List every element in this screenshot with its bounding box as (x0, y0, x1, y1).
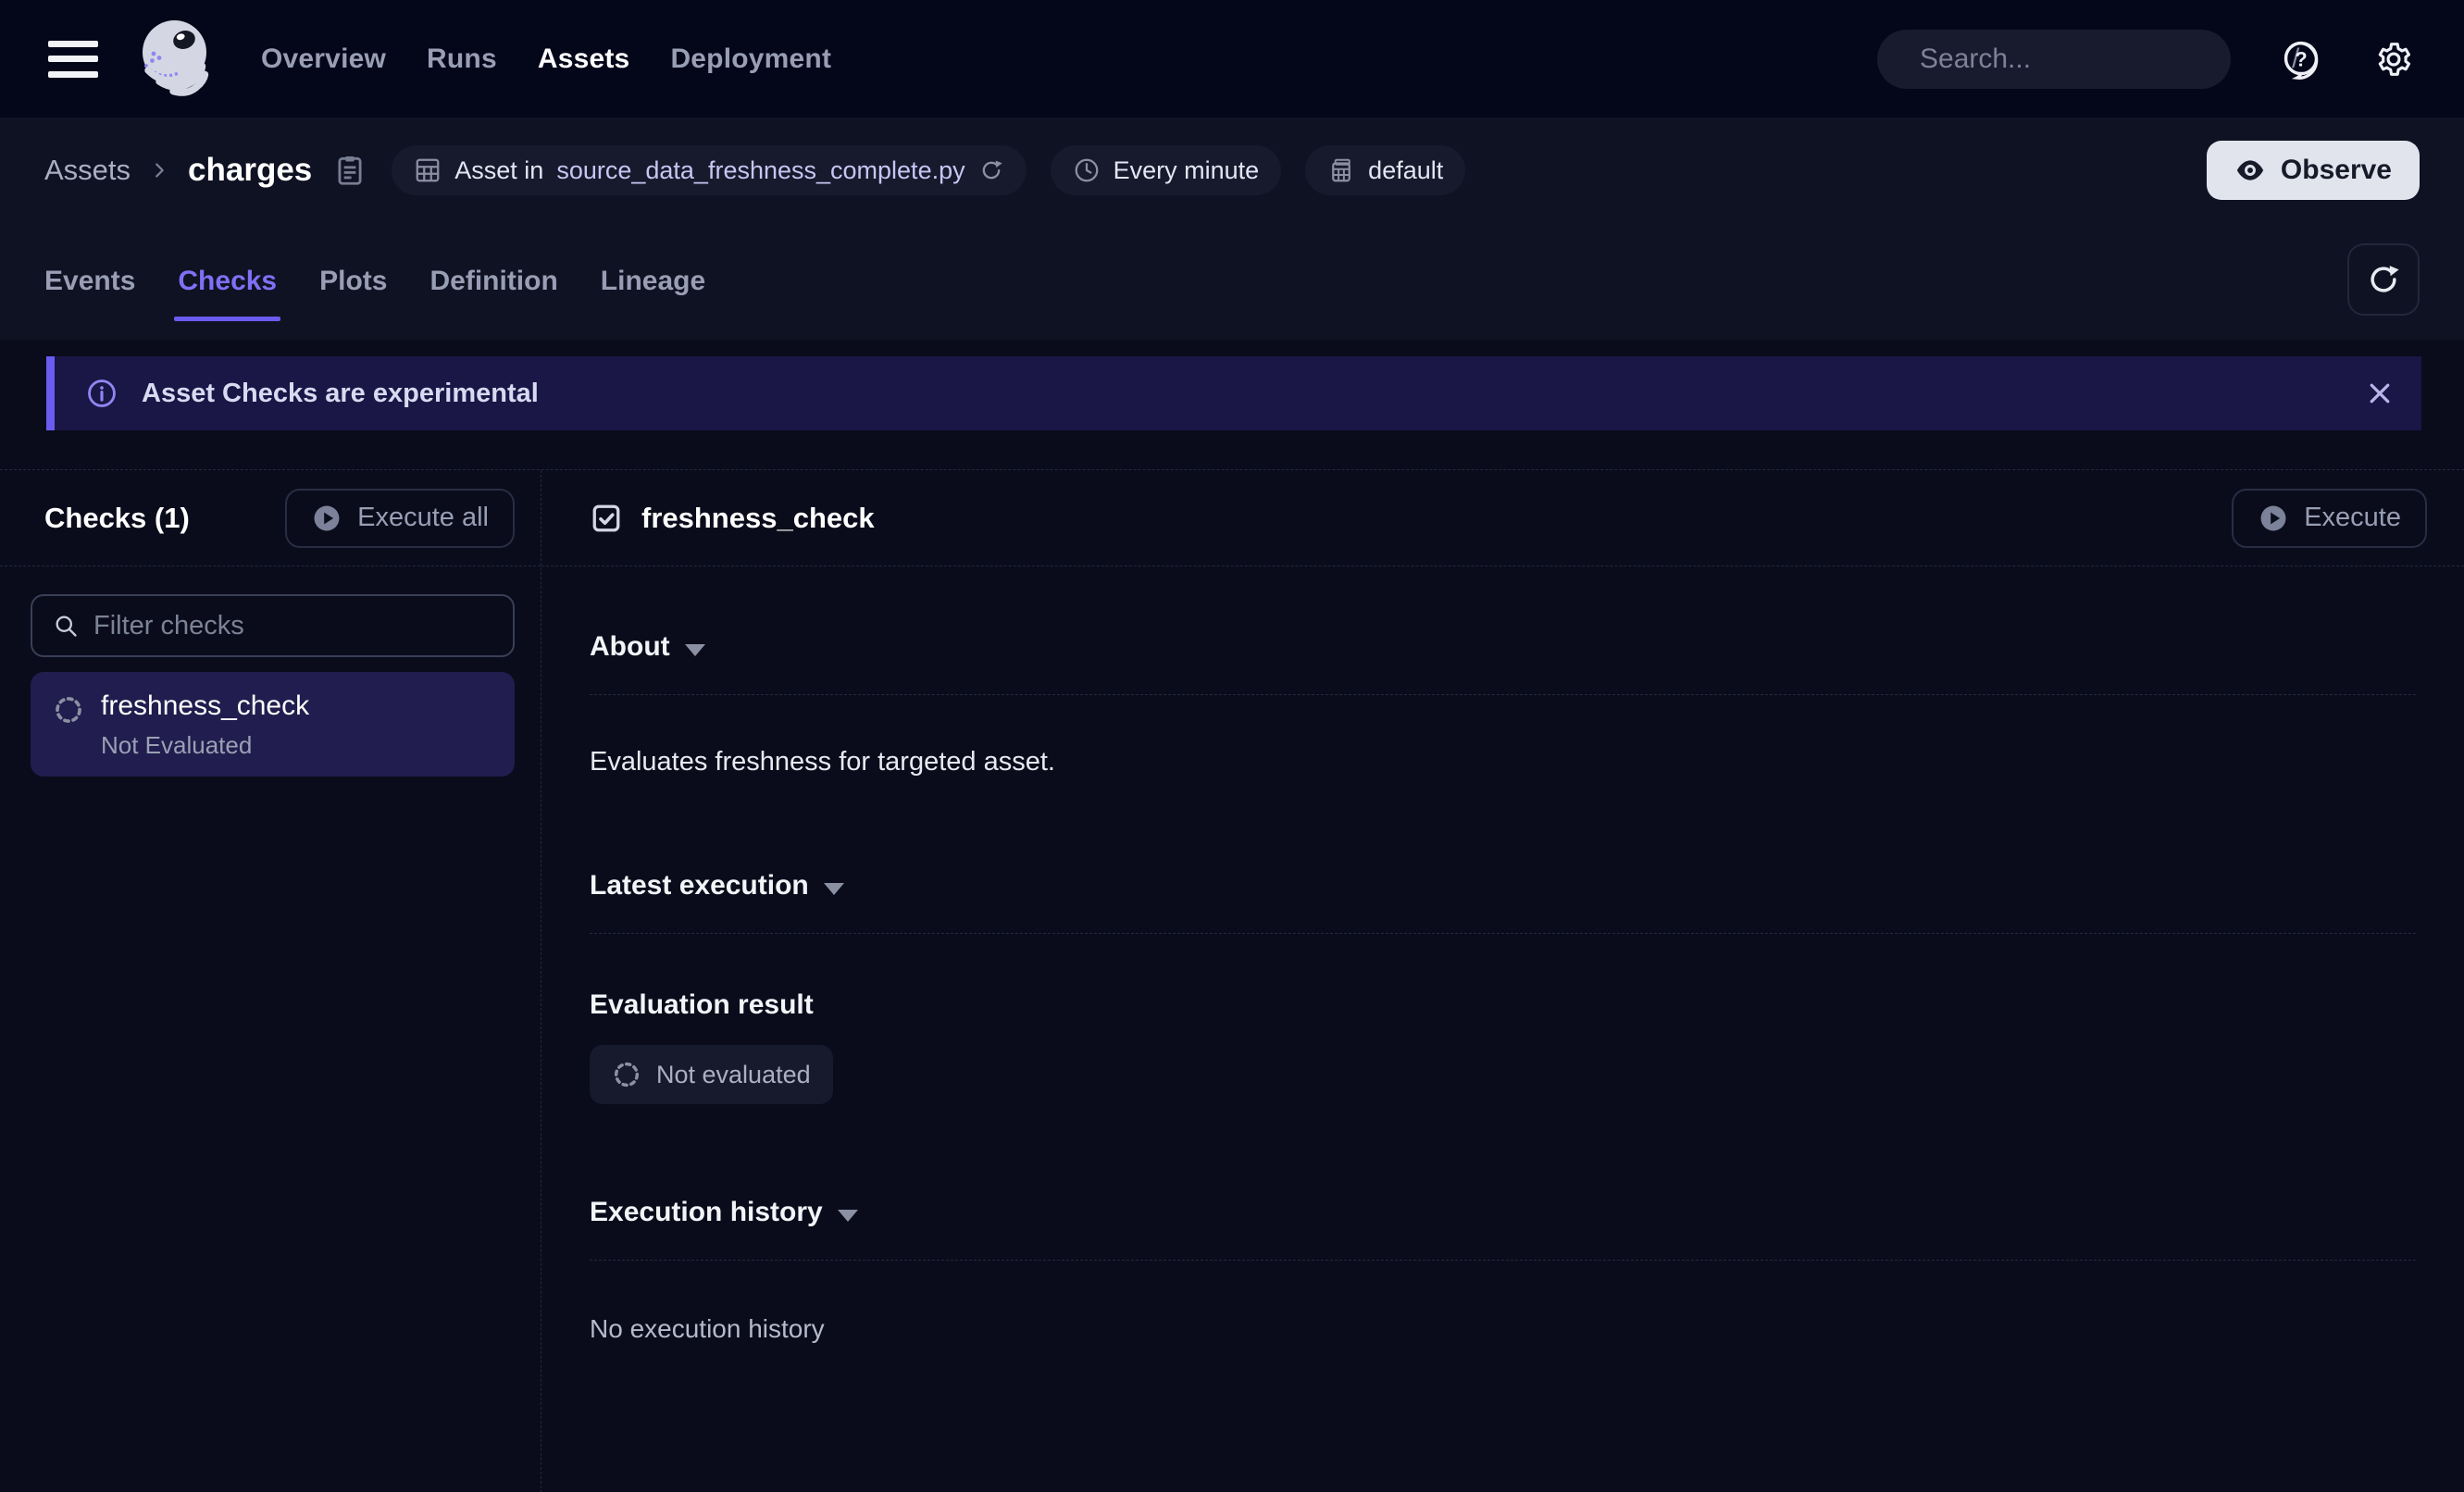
checks-count-title: Checks (1) (44, 502, 190, 535)
nav-item-overview[interactable]: Overview (261, 44, 386, 75)
asset-file-link[interactable]: source_data_freshness_complete.py (556, 156, 964, 185)
hamburger-menu-icon[interactable] (48, 41, 98, 78)
chevron-right-icon (149, 160, 169, 180)
schedule-badge[interactable]: Every minute (1051, 145, 1282, 195)
asset-header: Assets charges Asset in source_data_fres… (0, 118, 2464, 340)
tab-definition[interactable]: Definition (429, 266, 557, 321)
check-description: Evaluates freshness for targeted asset. (590, 747, 2416, 777)
eye-icon (2234, 155, 2266, 186)
chevron-down-icon (685, 644, 705, 656)
checks-list-panel: Checks (1) Execute all freshness_check N… (0, 470, 541, 1492)
svg-text:?: ? (2295, 47, 2307, 70)
nav-item-assets[interactable]: Assets (538, 44, 630, 75)
close-icon (2366, 379, 2394, 407)
breadcrumb: Assets charges Asset in source_data_fres… (44, 140, 2420, 201)
list-item-freshness-check[interactable]: freshness_check Not Evaluated (31, 672, 515, 777)
check-item-status: Not Evaluated (101, 731, 309, 760)
tab-checks[interactable]: Checks (178, 266, 277, 321)
nav-item-runs[interactable]: Runs (427, 44, 497, 75)
copy-clipboard-icon[interactable] (332, 153, 367, 188)
checks-list-header: Checks (1) Execute all (0, 470, 541, 566)
check-detail-header: freshness_check Execute (541, 470, 2464, 566)
section-divider (590, 933, 2416, 934)
search-icon (53, 613, 79, 639)
check-detail-title: freshness_check (641, 502, 875, 535)
page-title: charges (188, 152, 312, 189)
execute-all-button[interactable]: Execute all (285, 489, 515, 548)
help-icon: ? (2281, 39, 2321, 80)
group-badge-label: default (1368, 156, 1443, 185)
dagster-logo-icon[interactable] (131, 15, 220, 104)
latest-execution-section-toggle[interactable]: Latest execution (590, 870, 2416, 901)
info-icon (86, 378, 118, 409)
check-detail-panel: freshness_check Execute About Evaluates … (541, 470, 2464, 1492)
search-input[interactable] (1920, 44, 2277, 75)
banner-message: Asset Checks are experimental (142, 379, 539, 409)
help-button[interactable]: ? (2279, 37, 2323, 81)
breadcrumb-assets-link[interactable]: Assets (44, 154, 131, 187)
check-item-name: freshness_check (101, 690, 309, 722)
schedule-badge-label: Every minute (1114, 156, 1260, 185)
top-navbar: Overview Runs Assets Deployment / ? (0, 0, 2464, 118)
not-evaluated-chip: Not evaluated (590, 1045, 833, 1104)
filter-checks-box[interactable] (31, 594, 515, 657)
about-section-toggle[interactable]: About (590, 631, 2416, 663)
table-icon (414, 156, 442, 184)
checkbox-check-icon (590, 502, 623, 535)
play-circle-icon (2258, 503, 2289, 534)
section-divider (590, 694, 2416, 695)
not-evaluated-spinner-icon (612, 1060, 641, 1089)
reload-icon[interactable] (978, 157, 1004, 183)
execution-history-section-toggle[interactable]: Execution history (590, 1197, 2416, 1228)
gear-icon (2374, 40, 2413, 79)
group-badge[interactable]: default (1305, 145, 1465, 195)
not-evaluated-spinner-icon (53, 694, 84, 726)
experimental-banner: Asset Checks are experimental (46, 356, 2421, 430)
global-search[interactable]: / (1877, 30, 2231, 89)
execute-button[interactable]: Execute (2232, 489, 2427, 548)
play-circle-icon (311, 503, 342, 534)
check-detail-body: About Evaluates freshness for targeted a… (541, 566, 2464, 1344)
settings-button[interactable] (2371, 37, 2416, 81)
asset-tabs: Events Checks Plots Definition Lineage (44, 243, 2420, 321)
tab-lineage[interactable]: Lineage (601, 266, 705, 321)
checks-content: Checks (1) Execute all freshness_check N… (0, 469, 2464, 1492)
evaluation-result-heading: Evaluation result (590, 989, 2416, 1021)
nav-item-deployment[interactable]: Deployment (670, 44, 831, 75)
no-history-message: No execution history (590, 1314, 2416, 1344)
clock-icon (1073, 156, 1101, 184)
banner-close-button[interactable] (2366, 379, 2394, 407)
primary-nav: Overview Runs Assets Deployment (261, 44, 831, 75)
refresh-icon (2366, 262, 2401, 297)
asset-in-label: Asset in (454, 156, 543, 185)
chevron-down-icon (838, 1210, 858, 1222)
observe-button[interactable]: Observe (2207, 141, 2420, 200)
section-divider (590, 1260, 2416, 1261)
tab-events[interactable]: Events (44, 266, 135, 321)
chevron-down-icon (824, 883, 844, 895)
asset-definition-badge: Asset in source_data_freshness_complete.… (392, 145, 1026, 195)
refresh-button[interactable] (2347, 243, 2420, 316)
filter-checks-input[interactable] (93, 611, 492, 641)
tab-plots[interactable]: Plots (319, 266, 387, 321)
repo-grid-icon (1327, 156, 1355, 184)
